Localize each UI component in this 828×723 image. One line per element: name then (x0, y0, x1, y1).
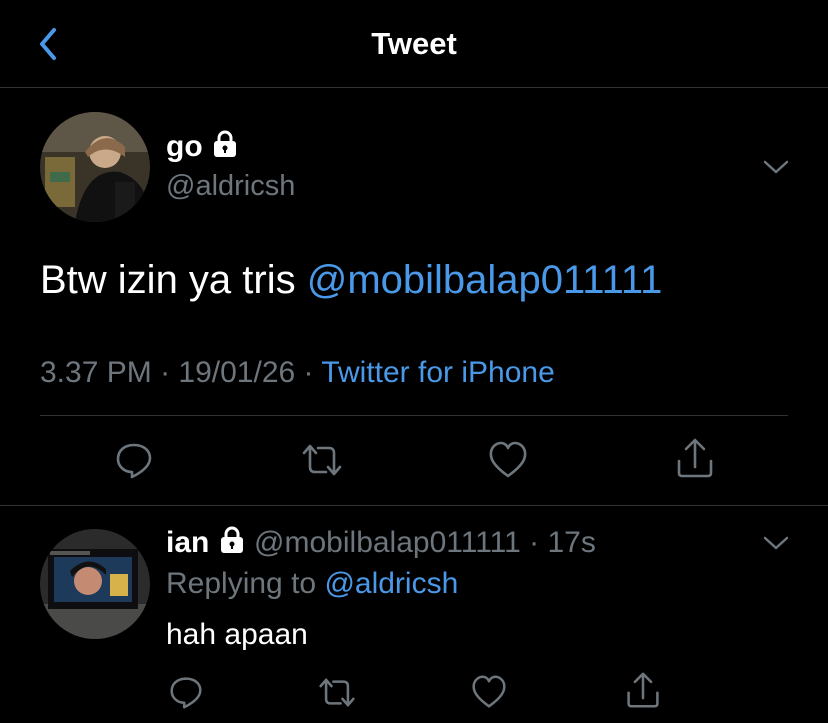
replying-to-link[interactable]: @aldricsh (324, 567, 458, 600)
reply-header: ian @mobilbalap011111 · 17s (166, 526, 596, 562)
page-title: Tweet (371, 26, 457, 61)
lock-icon (211, 130, 239, 166)
reply-text: hah apaan (166, 618, 308, 651)
heart-icon[interactable] (488, 441, 528, 484)
heart-icon[interactable] (471, 675, 507, 714)
tweet-date: 19/01/26 (178, 356, 296, 389)
reply-author-name[interactable]: ian (166, 526, 209, 559)
tweet-meta: 3.37 PM · 19/01/26 · Twitter for iPhone (40, 356, 555, 389)
chevron-down-icon[interactable] (762, 158, 790, 176)
share-icon[interactable] (675, 437, 715, 484)
retweet-icon[interactable] (300, 443, 344, 482)
author-handle[interactable]: @aldricsh (166, 170, 295, 203)
reply-age: 17s (547, 526, 596, 559)
comment-icon[interactable] (169, 675, 203, 714)
top-bar: Tweet (0, 0, 828, 88)
mention-link[interactable]: @mobilbalap011111 (307, 258, 663, 302)
reply-author-handle[interactable]: @mobilbalap011111 (254, 526, 521, 559)
comment-icon[interactable] (115, 441, 153, 484)
tweet-text: Btw izin ya tris @mobilbalap011111 (40, 258, 663, 302)
tweet-source[interactable]: Twitter for iPhone (321, 356, 554, 389)
divider (40, 415, 788, 416)
author-name[interactable]: go (166, 130, 239, 166)
share-icon[interactable] (625, 671, 661, 714)
retweet-icon[interactable] (317, 677, 357, 713)
divider (0, 505, 828, 506)
tweet-time: 3.37 PM (40, 356, 152, 389)
author-avatar[interactable] (40, 112, 150, 222)
replying-to: Replying to @aldricsh (166, 567, 459, 600)
lock-icon (218, 526, 246, 562)
chevron-down-icon[interactable] (762, 534, 790, 552)
reply-author-avatar[interactable] (40, 529, 150, 639)
